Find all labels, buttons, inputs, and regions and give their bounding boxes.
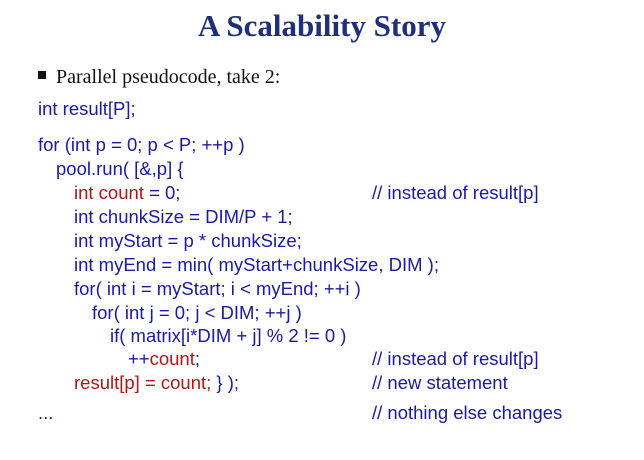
code-line-1: int result[P];: [38, 98, 136, 119]
bullet-text: Parallel pseudocode, take 2:: [56, 66, 281, 88]
code-red-result-assign: result[p] = count;: [74, 372, 212, 393]
code-line-13: ...: [38, 402, 54, 423]
code-red-count-use: count: [149, 348, 195, 369]
code-line-12: result[p] = count; } );: [74, 372, 239, 394]
code-line-2: for (int p = 0; p < P; ++p ): [38, 134, 245, 155]
code-comment-12: // new statement: [372, 372, 508, 393]
code-line-12-rest: } );: [211, 372, 240, 393]
code-increment-op: ++: [128, 348, 150, 369]
code-red-count-decl: int count: [74, 182, 144, 203]
bullet-point: Parallel pseudocode, take 2:: [38, 66, 280, 89]
code-line-7: int myEnd = min( myStart+chunkSize, DIM …: [74, 254, 439, 275]
code-line-8: for( int i = myStart; i < myEnd; ++i ): [74, 278, 361, 299]
code-comment-11: // instead of result[p]: [372, 348, 539, 369]
code-comment-4: // instead of result[p]: [372, 182, 539, 203]
code-line-5: int chunkSize = DIM/P + 1;: [74, 206, 293, 227]
code-comment-13: // nothing else changes: [372, 402, 563, 423]
code-line-3: pool.run( [&,p] {: [56, 158, 184, 179]
code-line-11-rest: ;: [194, 348, 201, 369]
bullet-square-icon: [38, 71, 46, 79]
code-line-4: int count = 0;: [74, 182, 180, 204]
code-line-4-rest: = 0;: [143, 182, 181, 203]
slide-title: A Scalability Story: [197, 8, 446, 43]
code-line-11: ++count;: [128, 348, 200, 370]
code-line-6: int myStart = p * chunkSize;: [74, 230, 302, 251]
code-line-10: if( matrix[i*DIM + j] % 2 != 0 ): [110, 325, 347, 346]
code-line-9: for( int j = 0; j < DIM; ++j ): [92, 302, 302, 323]
